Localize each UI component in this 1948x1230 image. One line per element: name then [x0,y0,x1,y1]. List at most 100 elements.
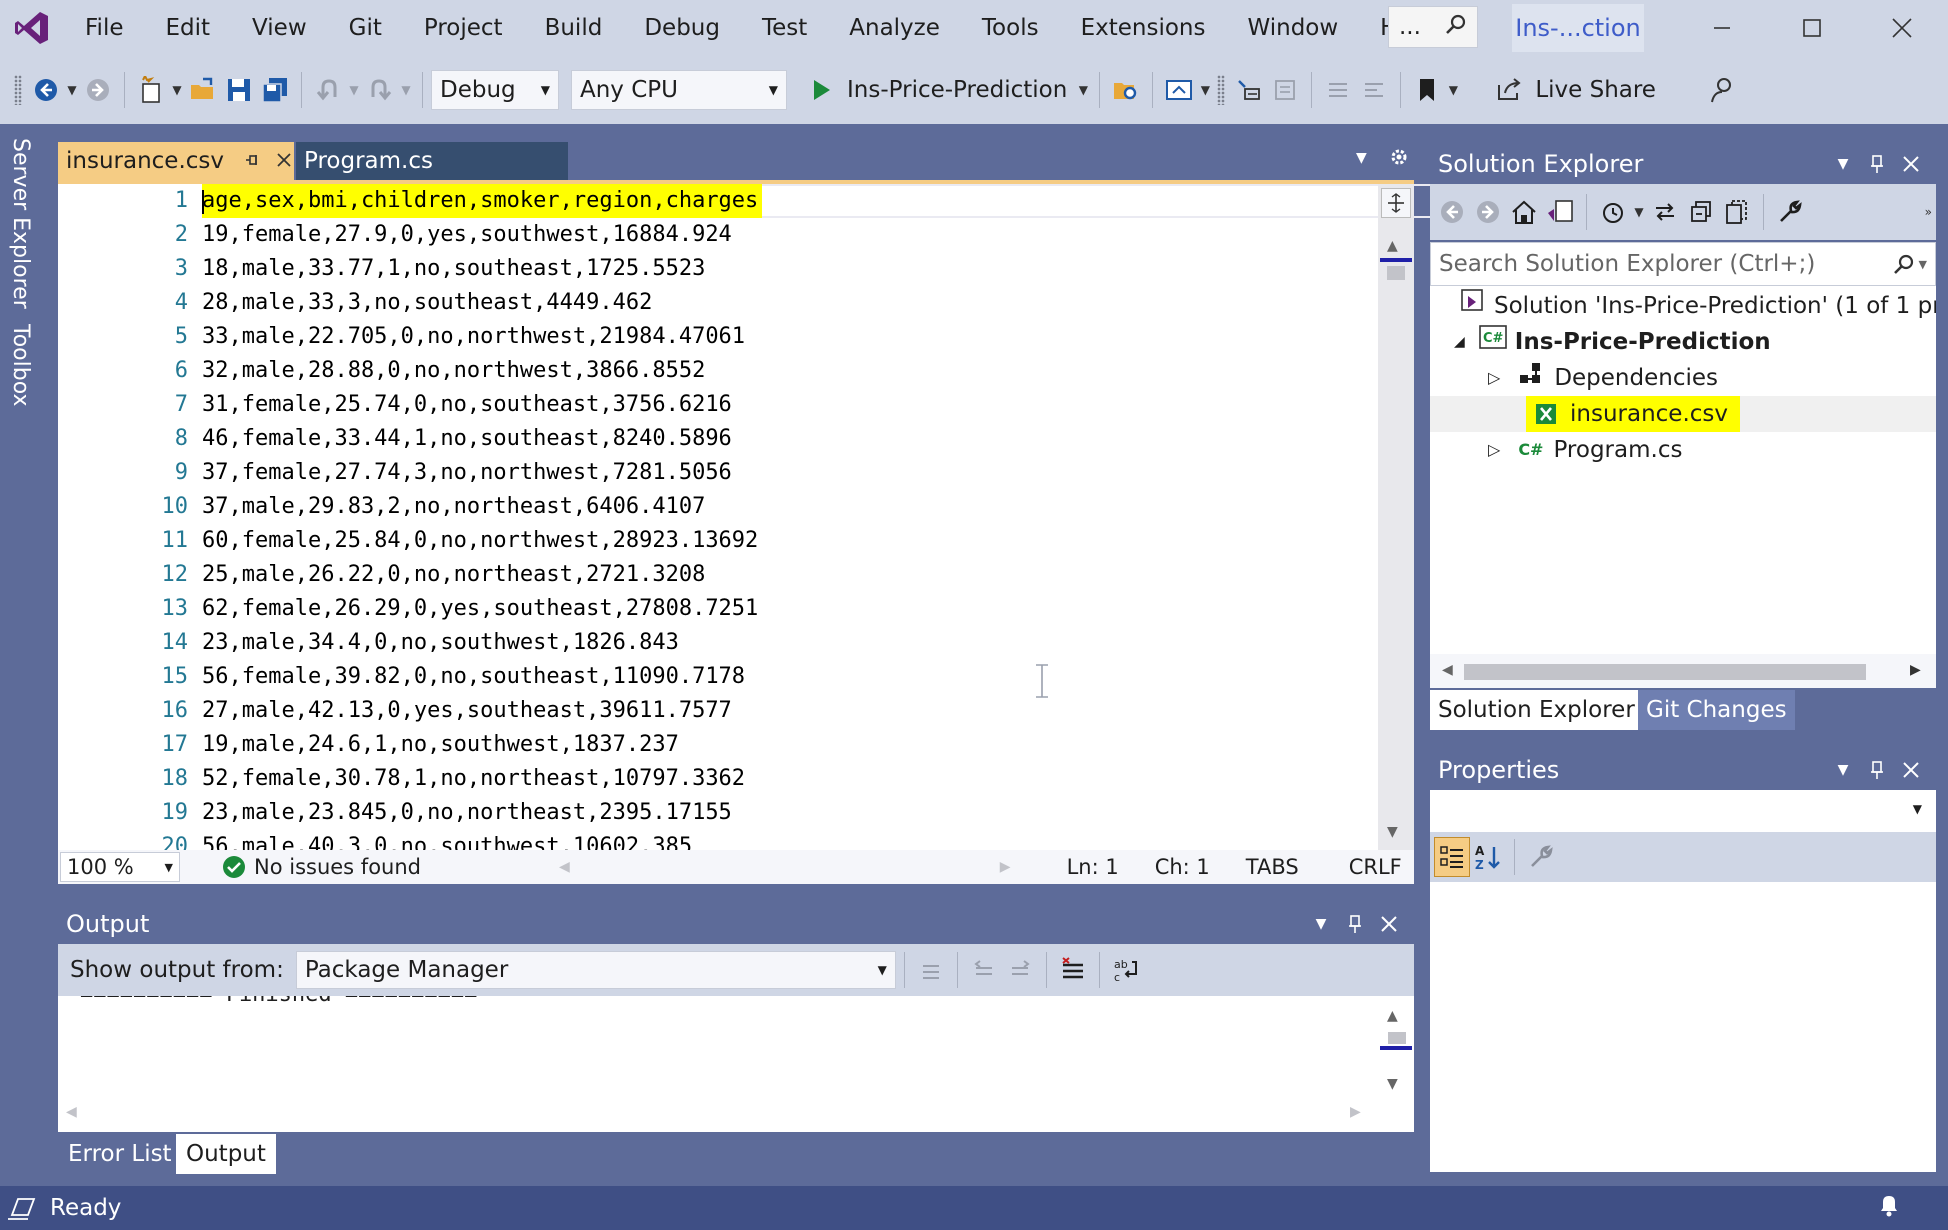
tab-insurance-csv[interactable]: insurance.csv [58,142,294,180]
solution-name-badge[interactable]: Ins-...ction [1512,4,1644,52]
hscroll-left-arrow-icon[interactable]: ◀ [559,859,570,875]
uncomment-lines-button[interactable] [1356,70,1392,110]
csv-data-line[interactable]: 28,male,33,3,no,southeast,4449.462 [202,286,652,320]
menu-edit[interactable]: Edit [145,0,232,56]
switch-views-button[interactable] [1542,192,1578,232]
toggle-word-wrap-button[interactable]: ab c [1108,950,1144,990]
menu-analyze[interactable]: Analyze [828,0,961,56]
menu-tools[interactable]: Tools [961,0,1060,56]
new-item-dropdown-arrow[interactable]: ▼ [169,70,185,110]
issues-indicator[interactable]: No issues found [222,855,421,879]
save-button[interactable] [221,70,257,110]
auto-hide-pin-icon[interactable] [1338,907,1372,941]
object-selector-combo[interactable]: ▼ [1430,790,1936,830]
live-share-button[interactable]: Live Share [1527,77,1664,103]
solution-tree[interactable]: Solution 'Ins-Price-Prediction' (1 of 1 … [1430,286,1936,686]
undo-dropdown-arrow[interactable]: ▼ [346,70,362,110]
solution-configuration-combo[interactable]: Debug ▼ [431,70,559,110]
step-over-button[interactable] [1267,70,1303,110]
toolbar-overflow-icon[interactable]: » [1925,205,1932,219]
startup-dropdown-arrow[interactable]: ▼ [1075,70,1091,110]
browser-dropdown-arrow[interactable]: ▼ [1197,70,1213,110]
line-ending-indicator[interactable]: CRLF [1349,855,1402,879]
scroll-up-arrow-icon[interactable]: ▲ [1387,1008,1398,1024]
scroll-thumb[interactable] [1388,1032,1406,1044]
scroll-down-arrow-icon[interactable]: ▼ [1387,824,1398,840]
browser-link-button[interactable] [1161,70,1197,110]
hscroll-right-arrow-icon[interactable]: ▶ [1910,662,1921,678]
tab-solution-explorer[interactable]: Solution Explorer [1430,690,1643,730]
line-indicator[interactable]: Ln: 1 [1067,855,1119,879]
char-indicator[interactable]: Ch: 1 [1155,855,1210,879]
property-pages-button[interactable] [1523,837,1559,877]
pin-icon[interactable] [244,148,260,174]
csv-data-line[interactable]: 56,female,39.82,0,no,southeast,11090.717… [202,660,745,694]
tree-item-solution[interactable]: Solution 'Ins-Price-Prediction' (1 of 1 … [1430,288,1936,324]
global-search-box[interactable]: ... [1388,6,1478,48]
navigate-forward-button[interactable] [80,70,116,110]
indent-indicator[interactable]: TABS [1246,855,1299,879]
solution-explorer-search[interactable]: Search Solution Explorer (Ctrl+;) ▼ [1430,242,1936,286]
toolbar-grip[interactable] [14,75,22,105]
zoom-combo[interactable]: 100 % ▼ [60,852,180,882]
chevron-down-icon[interactable]: ▼ [1919,258,1927,271]
redo-dropdown-arrow[interactable]: ▼ [398,70,414,110]
scroll-thumb[interactable] [1464,664,1866,680]
auto-hide-pin-icon[interactable] [1860,147,1894,181]
comment-lines-button[interactable] [1320,70,1356,110]
menu-build[interactable]: Build [524,0,624,56]
csv-data-line[interactable]: 37,male,29.83,2,no,northeast,6406.4107 [202,490,705,524]
back-dropdown-arrow[interactable]: ▼ [64,70,80,110]
undo-button[interactable] [310,70,346,110]
filter-dropdown-arrow[interactable]: ▼ [1631,192,1647,232]
bookmark-button[interactable] [1409,70,1445,110]
find-in-files-button[interactable] [1108,70,1144,110]
menu-test[interactable]: Test [741,0,828,56]
next-message-button[interactable] [1002,950,1038,990]
csv-data-line[interactable]: 62,female,26.29,0,yes,southeast,27808.72… [202,592,758,626]
bookmark-dropdown-arrow[interactable]: ▼ [1445,70,1461,110]
tree-item-project[interactable]: ◢ C# Ins-Price-Prediction [1430,324,1936,360]
csv-data-line[interactable]: 27,male,42.13,0,yes,southeast,39611.7577 [202,694,732,728]
se-home-button[interactable] [1506,192,1542,232]
notifications-bell-icon[interactable] [1876,1192,1902,1224]
menu-view[interactable]: View [231,0,328,56]
tree-item-program-cs[interactable]: ▷ C# Program.cs [1430,432,1936,468]
tree-item-dependencies[interactable]: ▷ Dependencies [1430,360,1936,396]
tab-git-changes[interactable]: Git Changes [1638,690,1795,730]
csv-data-line[interactable]: 31,female,25.74,0,no,southeast,3756.6216 [202,388,732,422]
collapsed-triangle-icon[interactable]: ▷ [1488,432,1500,468]
hscroll-left-arrow-icon[interactable]: ◀ [66,1104,77,1120]
tab-program-cs[interactable]: Program.cs [296,142,568,180]
se-back-button[interactable] [1434,192,1470,232]
navigate-back-button[interactable] [28,70,64,110]
csv-data-line[interactable]: 46,female,33.44,1,no,southeast,8240.5896 [202,422,732,456]
csv-data-line[interactable]: 23,male,23.845,0,no,northeast,2395.17155 [202,796,732,830]
minimize-button[interactable] [1676,0,1768,56]
editor-vertical-scrollbar[interactable]: ▲ ▼ [1378,184,1414,850]
new-project-button[interactable] [133,70,169,110]
close-pane-icon[interactable] [1372,907,1406,941]
csv-data-line[interactable]: 23,male,34.4,0,no,southwest,1826.843 [202,626,679,660]
maximize-button[interactable] [1766,0,1858,56]
scroll-up-arrow-icon[interactable]: ▲ [1387,238,1398,254]
sync-with-active-document-button[interactable] [1647,192,1683,232]
csv-data-line[interactable]: 60,female,25.84,0,no,northwest,28923.136… [202,524,758,558]
csv-data-line[interactable]: 25,male,26.22,0,no,northeast,2721.3208 [202,558,705,592]
hscroll-right-arrow-icon[interactable]: ▶ [1350,1104,1361,1120]
hscroll-left-arrow-icon[interactable]: ◀ [1442,662,1453,678]
csv-data-line[interactable]: 37,female,27.74,3,no,northwest,7281.5056 [202,456,732,490]
settings-gear-icon[interactable] [1388,146,1410,174]
close-pane-icon[interactable] [1894,753,1928,787]
window-position-dropdown-icon[interactable]: ▼ [1304,907,1338,941]
start-debugging-button[interactable] [803,70,839,110]
close-pane-icon[interactable] [1894,147,1928,181]
output-vertical-scrollbar[interactable]: ▲ ▼ [1378,996,1414,1132]
toolbar-grip[interactable] [1217,75,1226,105]
csv-data-line[interactable]: 19,female,27.9,0,yes,southwest,16884.924 [202,218,732,252]
categorized-button[interactable] [1434,837,1470,877]
csv-data-line[interactable]: 33,male,22.705,0,no,northwest,21984.4706… [202,320,745,354]
save-all-button[interactable] [257,70,293,110]
se-forward-button[interactable] [1470,192,1506,232]
scroll-down-arrow-icon[interactable]: ▼ [1387,1076,1398,1092]
